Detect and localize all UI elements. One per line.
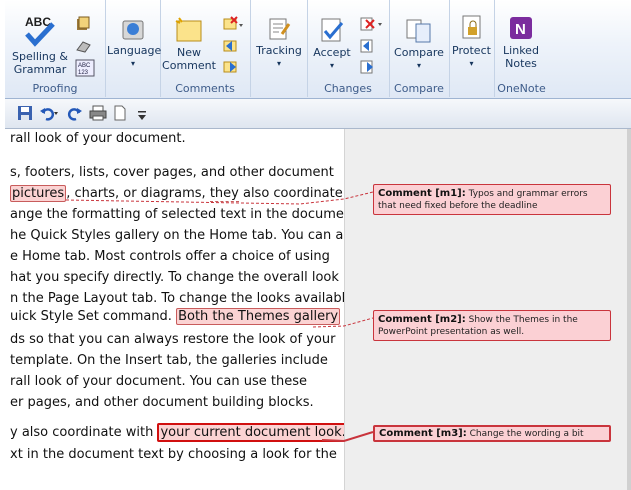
comment-text: Change the wording a bit: [469, 429, 584, 439]
language-dropdown-icon: ▾: [130, 59, 135, 68]
comment-m2-highlight[interactable]: Both the Themes gallery: [176, 308, 341, 325]
tracking-dropdown-icon: ▾: [276, 59, 281, 68]
tracking-button[interactable]: Tracking ▾: [252, 16, 306, 70]
spelling-grammar-button[interactable]: ABC Spelling & Grammar: [11, 14, 69, 76]
tracking-label: Tracking: [256, 44, 302, 57]
compare-documents-icon: [405, 16, 433, 44]
text-line: uick Style Set command. Both the Themes …: [10, 308, 341, 325]
lock-document-icon: [459, 14, 485, 42]
compare-label: Compare: [394, 46, 444, 59]
customize-toolbar-icon[interactable]: [137, 107, 147, 126]
linked-notes-label-1: Linked: [503, 44, 539, 57]
text-line: template. On the Insert tab, the galleri…: [10, 353, 328, 368]
text-line: pictures, charts, or diagrams, they also…: [10, 185, 343, 202]
new-comment-label-1: New: [177, 46, 201, 59]
svg-text:ABC: ABC: [78, 63, 91, 69]
text-line: rall look of your document.: [10, 131, 186, 146]
protect-group: Protect ▾: [449, 0, 495, 97]
language-button[interactable]: Language ▾: [107, 16, 162, 70]
comment-label: Comment [m1]:: [378, 188, 466, 199]
comment-m1-anchor: they: [209, 186, 239, 202]
text-line: n the Page Layout tab. To change the loo…: [10, 291, 344, 306]
linked-notes-label-2: Notes: [505, 57, 537, 70]
svg-text:N: N: [515, 21, 526, 38]
undo-icon[interactable]: [39, 105, 61, 125]
comments-group: New Comment Comments: [160, 0, 251, 97]
redo-icon[interactable]: [67, 105, 83, 125]
spelling-label-2: Grammar: [13, 63, 67, 76]
protect-label: Protect: [452, 44, 491, 57]
accept-button[interactable]: Accept ▾: [309, 16, 355, 72]
word-window: ABC Spelling & Grammar ABC123 Proofing: [0, 0, 631, 490]
text-line: ange the formatting of selected text in …: [10, 207, 344, 222]
accept-change-icon: [318, 16, 346, 44]
save-icon[interactable]: [17, 105, 33, 125]
proofing-group: ABC Spelling & Grammar ABC 123 Proofing: [5, 0, 106, 97]
proofing-group-label: Proofing: [32, 82, 78, 95]
svg-text:123: 123: [78, 70, 89, 76]
text-line: hat you specify directly. To change the …: [10, 270, 339, 285]
word-count-icon[interactable]: ABC 123: [75, 59, 95, 77]
comment-balloon-m1[interactable]: Comment [m1]: Typos and grammar errors t…: [373, 184, 611, 215]
onenote-icon: N: [507, 14, 535, 42]
compare-group-label: Compare: [394, 82, 444, 95]
spelling-check-icon: ABC: [23, 14, 57, 48]
delete-comment-icon[interactable]: [222, 16, 244, 32]
comments-group-label: Comments: [175, 82, 235, 95]
text-line: he Quick Styles gallery on the Home tab.…: [10, 228, 344, 243]
new-comment-icon: [174, 16, 204, 44]
reject-change-icon[interactable]: [359, 16, 385, 32]
comment-balloon-m2[interactable]: Comment [m2]: Show the Themes in the Pow…: [373, 310, 611, 341]
globe-book-icon: [120, 16, 146, 42]
linked-notes-button[interactable]: N Linked Notes: [496, 14, 546, 70]
text-line: rall look of your document. You can use …: [10, 374, 308, 389]
comment-label: Comment [m2]:: [378, 314, 466, 325]
comment-m1-highlight[interactable]: pictures: [10, 185, 67, 202]
text-line: xt in the document text by choosing a lo…: [10, 447, 337, 462]
compare-dropdown-icon: ▾: [416, 61, 421, 70]
protect-dropdown-icon: ▾: [469, 59, 474, 68]
language-group: Language ▾: [105, 0, 161, 97]
track-changes-icon: [266, 16, 292, 42]
comment-balloon-m3[interactable]: Comment [m3]: Change the wording a bit: [373, 425, 611, 442]
spelling-label-1: Spelling &: [12, 50, 68, 63]
document-page[interactable]: rall look of your document. s, footers, …: [5, 129, 344, 490]
next-comment-icon[interactable]: [222, 59, 240, 75]
new-comment-label-2: Comment: [162, 59, 216, 72]
protect-button[interactable]: Protect ▾: [449, 14, 494, 70]
new-document-icon[interactable]: [113, 105, 127, 125]
vertical-scrollbar[interactable]: [627, 129, 631, 490]
language-label: Language: [107, 44, 162, 57]
compare-button[interactable]: Compare ▾: [391, 16, 447, 72]
accept-label: Accept: [313, 46, 351, 59]
text-line: er pages, and other document building bl…: [10, 395, 314, 410]
thesaurus-icon[interactable]: [75, 38, 93, 54]
print-icon[interactable]: [89, 105, 107, 125]
changes-group-label: Changes: [324, 82, 372, 95]
onenote-group: N Linked Notes OneNote: [494, 0, 549, 97]
research-icon[interactable]: [75, 16, 93, 32]
previous-comment-icon[interactable]: [222, 38, 240, 54]
review-ribbon: ABC Spelling & Grammar ABC123 Proofing: [5, 0, 631, 99]
previous-change-icon[interactable]: [359, 38, 377, 54]
comment-m3-highlight[interactable]: your current document look.: [157, 423, 344, 442]
text-line: y also coordinate with your current docu…: [10, 423, 344, 442]
new-comment-button[interactable]: New Comment: [162, 16, 216, 72]
text-line: s, footers, lists, cover pages, and othe…: [10, 165, 334, 180]
accept-dropdown-icon: ▾: [329, 61, 334, 70]
compare-group: Compare ▾ Compare: [389, 0, 450, 97]
changes-group: Accept ▾ Changes: [307, 0, 390, 97]
quick-access-toolbar: [5, 99, 631, 129]
tracking-group: Tracking ▾: [250, 0, 308, 97]
comment-label: Comment [m3]:: [379, 428, 467, 439]
text-line: ds so that you can always restore the lo…: [10, 332, 336, 347]
onenote-group-label: OneNote: [497, 82, 546, 95]
next-change-icon[interactable]: [359, 59, 377, 75]
text-line: e Home tab. Most controls offer a choice…: [10, 249, 330, 264]
